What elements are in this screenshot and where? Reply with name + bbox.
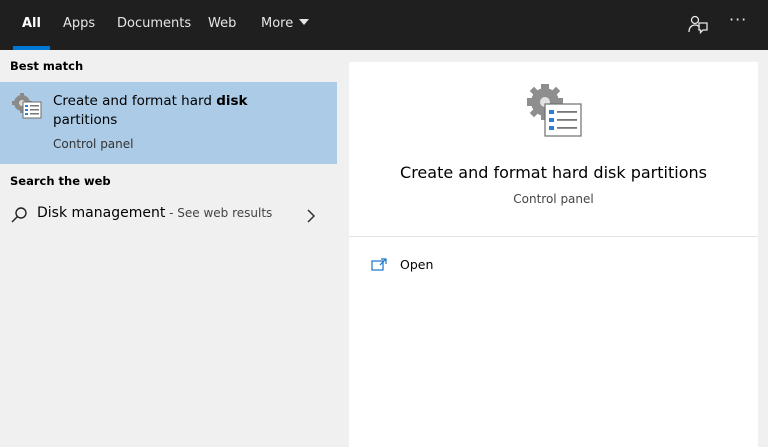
tab-all[interactable]: All [13,0,50,50]
search-scope-bar: All Apps Documents Web More ··· [0,0,768,50]
divider [349,236,758,237]
tab-apps[interactable]: Apps [63,0,95,50]
web-query: Disk management - See web results [37,205,272,221]
tab-more[interactable]: More [261,0,310,50]
active-tab-indicator [13,46,50,50]
open-button[interactable]: Open [371,254,491,280]
preview-subtitle: Control panel [513,192,594,206]
web-query-separator: - [165,206,178,220]
result-title-prefix: Create and format hard [53,93,217,109]
chevron-down-icon [299,19,310,25]
best-match-result[interactable]: Create and format hard disk partitions Co… [0,82,337,164]
search-web-label: Search the web [10,174,111,188]
tab-label: Web [208,16,237,31]
tab-label: All [22,16,41,31]
tab-web[interactable]: Web [208,0,236,50]
tab-label: Documents [117,16,192,31]
chevron-right-icon[interactable] [306,208,316,223]
result-title-highlight: disk [216,93,248,109]
control-panel-large-icon [523,82,587,146]
feedback-icon[interactable] [687,14,709,36]
result-preview-pane: Create and format hard disk partitions C… [349,62,758,447]
tab-label: Apps [63,16,96,31]
preview-title: Create and format hard disk partitions [400,163,707,182]
open-icon [371,257,387,271]
web-search-suggestion[interactable]: Disk management - See web results [0,200,337,230]
open-label: Open [400,257,434,272]
result-title: Create and format hard disk partitions [53,92,313,130]
result-subtitle: Control panel [53,137,134,151]
web-query-text: Disk management [37,205,166,221]
best-match-label: Best match [10,59,84,73]
more-options-icon[interactable]: ··· [729,10,747,29]
result-title-suffix: partitions [53,112,118,128]
web-results-hint: See web results [177,206,273,220]
tab-documents[interactable]: Documents [117,0,191,50]
control-panel-icon [11,93,44,121]
tab-label: More [261,16,294,31]
search-icon [10,206,28,224]
